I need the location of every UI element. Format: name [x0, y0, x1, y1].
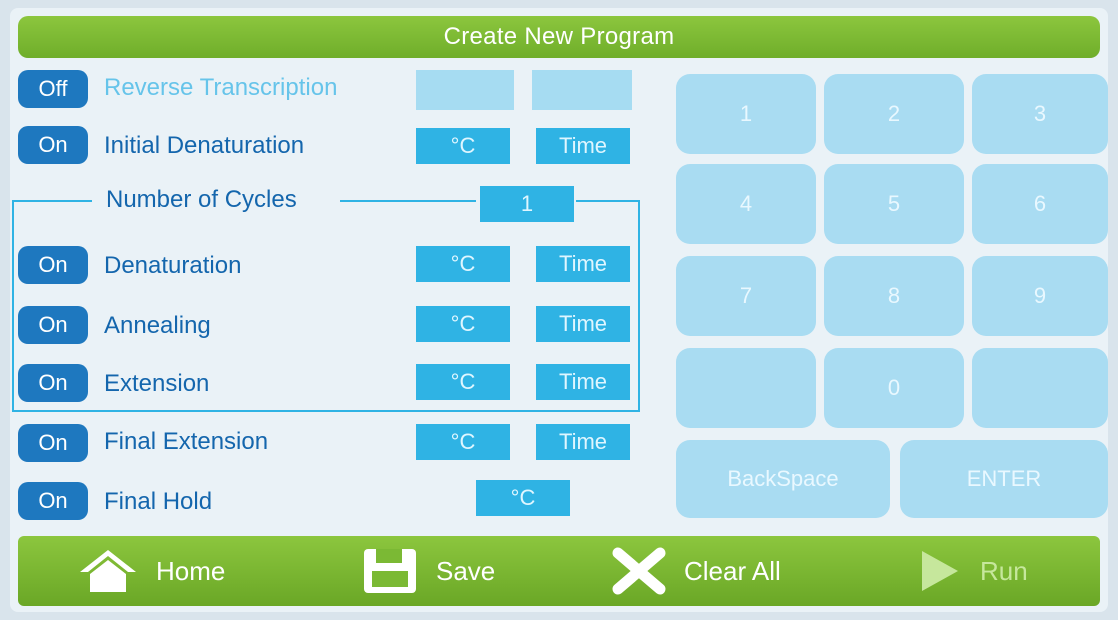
- label-annealing: Annealing: [104, 312, 211, 339]
- enter-button[interactable]: ENTER: [900, 440, 1108, 518]
- numpad-key-0[interactable]: 0: [824, 348, 964, 428]
- backspace-button[interactable]: BackSpace: [676, 440, 890, 518]
- save-label: Save: [436, 555, 496, 586]
- bottom-toolbar: Home Save Clear All Run: [18, 536, 1100, 606]
- time-field-reverse-transcription[interactable]: [532, 70, 632, 110]
- toggle-reverse-transcription[interactable]: Off: [18, 70, 88, 108]
- label-denaturation: Denaturation: [104, 252, 242, 279]
- temp-field-extension[interactable]: °C: [416, 364, 510, 400]
- temp-field-annealing[interactable]: °C: [416, 306, 510, 342]
- save-button[interactable]: Save: [362, 536, 495, 606]
- label-initial-denaturation: Initial Denaturation: [104, 132, 305, 159]
- numpad-key-3[interactable]: 3: [972, 74, 1108, 154]
- time-field-denaturation[interactable]: Time: [536, 246, 630, 282]
- numpad-key-8[interactable]: 8: [824, 256, 964, 336]
- temp-field-reverse-transcription[interactable]: [416, 70, 514, 110]
- time-field-final-extension[interactable]: Time: [536, 424, 630, 460]
- play-icon: [922, 551, 958, 591]
- time-field-extension[interactable]: Time: [536, 364, 630, 400]
- temp-field-initial-denaturation[interactable]: °C: [416, 128, 510, 164]
- toggle-extension[interactable]: On: [18, 364, 88, 402]
- close-icon: [612, 547, 666, 595]
- numpad-key-2[interactable]: 2: [824, 74, 964, 154]
- toggle-annealing[interactable]: On: [18, 306, 88, 344]
- label-final-extension: Final Extension: [104, 428, 269, 455]
- toggle-denaturation[interactable]: On: [18, 246, 88, 284]
- toggle-initial-denaturation[interactable]: On: [18, 126, 88, 164]
- home-icon: [80, 550, 136, 592]
- numpad-key-blank-left: [676, 348, 816, 428]
- numpad-key-9[interactable]: 9: [972, 256, 1108, 336]
- label-final-hold: Final Hold: [104, 488, 213, 515]
- home-label: Home: [156, 555, 226, 586]
- program-screen: Create New Program Off Reverse Transcrip…: [10, 8, 1108, 612]
- page-title: Create New Program: [18, 16, 1100, 58]
- numpad-key-1[interactable]: 1: [676, 74, 816, 154]
- temp-field-final-extension[interactable]: °C: [416, 424, 510, 460]
- numpad-key-6[interactable]: 6: [972, 164, 1108, 244]
- home-button[interactable]: Home: [78, 536, 225, 606]
- run-label: Run: [980, 555, 1028, 586]
- numpad-key-4[interactable]: 4: [676, 164, 816, 244]
- time-field-annealing[interactable]: Time: [536, 306, 630, 342]
- label-extension: Extension: [104, 370, 210, 397]
- run-button[interactable]: Run: [918, 536, 1028, 606]
- save-icon: [364, 549, 416, 593]
- time-field-initial-denaturation[interactable]: Time: [536, 128, 630, 164]
- toggle-final-hold[interactable]: On: [18, 482, 88, 520]
- numpad-key-blank-right: [972, 348, 1108, 428]
- toggle-final-extension[interactable]: On: [18, 424, 88, 462]
- temp-field-final-hold[interactable]: °C: [476, 480, 570, 516]
- label-reverse-transcription: Reverse Transcription: [104, 74, 338, 101]
- numpad-key-5[interactable]: 5: [824, 164, 964, 244]
- clear-all-label: Clear All: [684, 555, 781, 586]
- numpad-key-7[interactable]: 7: [676, 256, 816, 336]
- temp-field-denaturation[interactable]: °C: [416, 246, 510, 282]
- clear-all-button[interactable]: Clear All: [612, 536, 781, 606]
